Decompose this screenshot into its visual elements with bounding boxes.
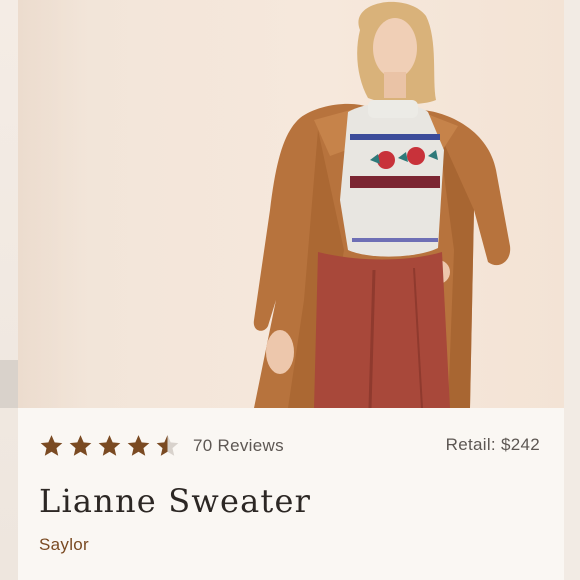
star-icon: [98, 435, 121, 456]
product-info-panel: 70 Reviews Retail: $242 Lianne Sweater S…: [18, 408, 564, 580]
star-rating: [38, 433, 181, 459]
star-icon: [69, 435, 92, 456]
retail-price: Retail: $242: [445, 435, 540, 454]
product-card: 70 Reviews Retail: $242 Lianne Sweater S…: [0, 0, 580, 580]
product-photo[interactable]: [18, 0, 564, 408]
star-icon: [40, 435, 63, 456]
product-title: Lianne Sweater: [39, 482, 312, 520]
reviews-link[interactable]: 70 Reviews: [193, 436, 284, 456]
brand-link[interactable]: Saylor: [39, 535, 89, 555]
half-star-icon: [156, 435, 179, 456]
rating-row[interactable]: 70 Reviews: [38, 432, 284, 460]
next-photo-edge[interactable]: [564, 0, 580, 580]
model-illustration: [253, 1, 511, 408]
previous-photo-edge[interactable]: [0, 0, 18, 580]
star-icon: [127, 435, 150, 456]
previous-photo-thumbnail[interactable]: [0, 360, 18, 408]
